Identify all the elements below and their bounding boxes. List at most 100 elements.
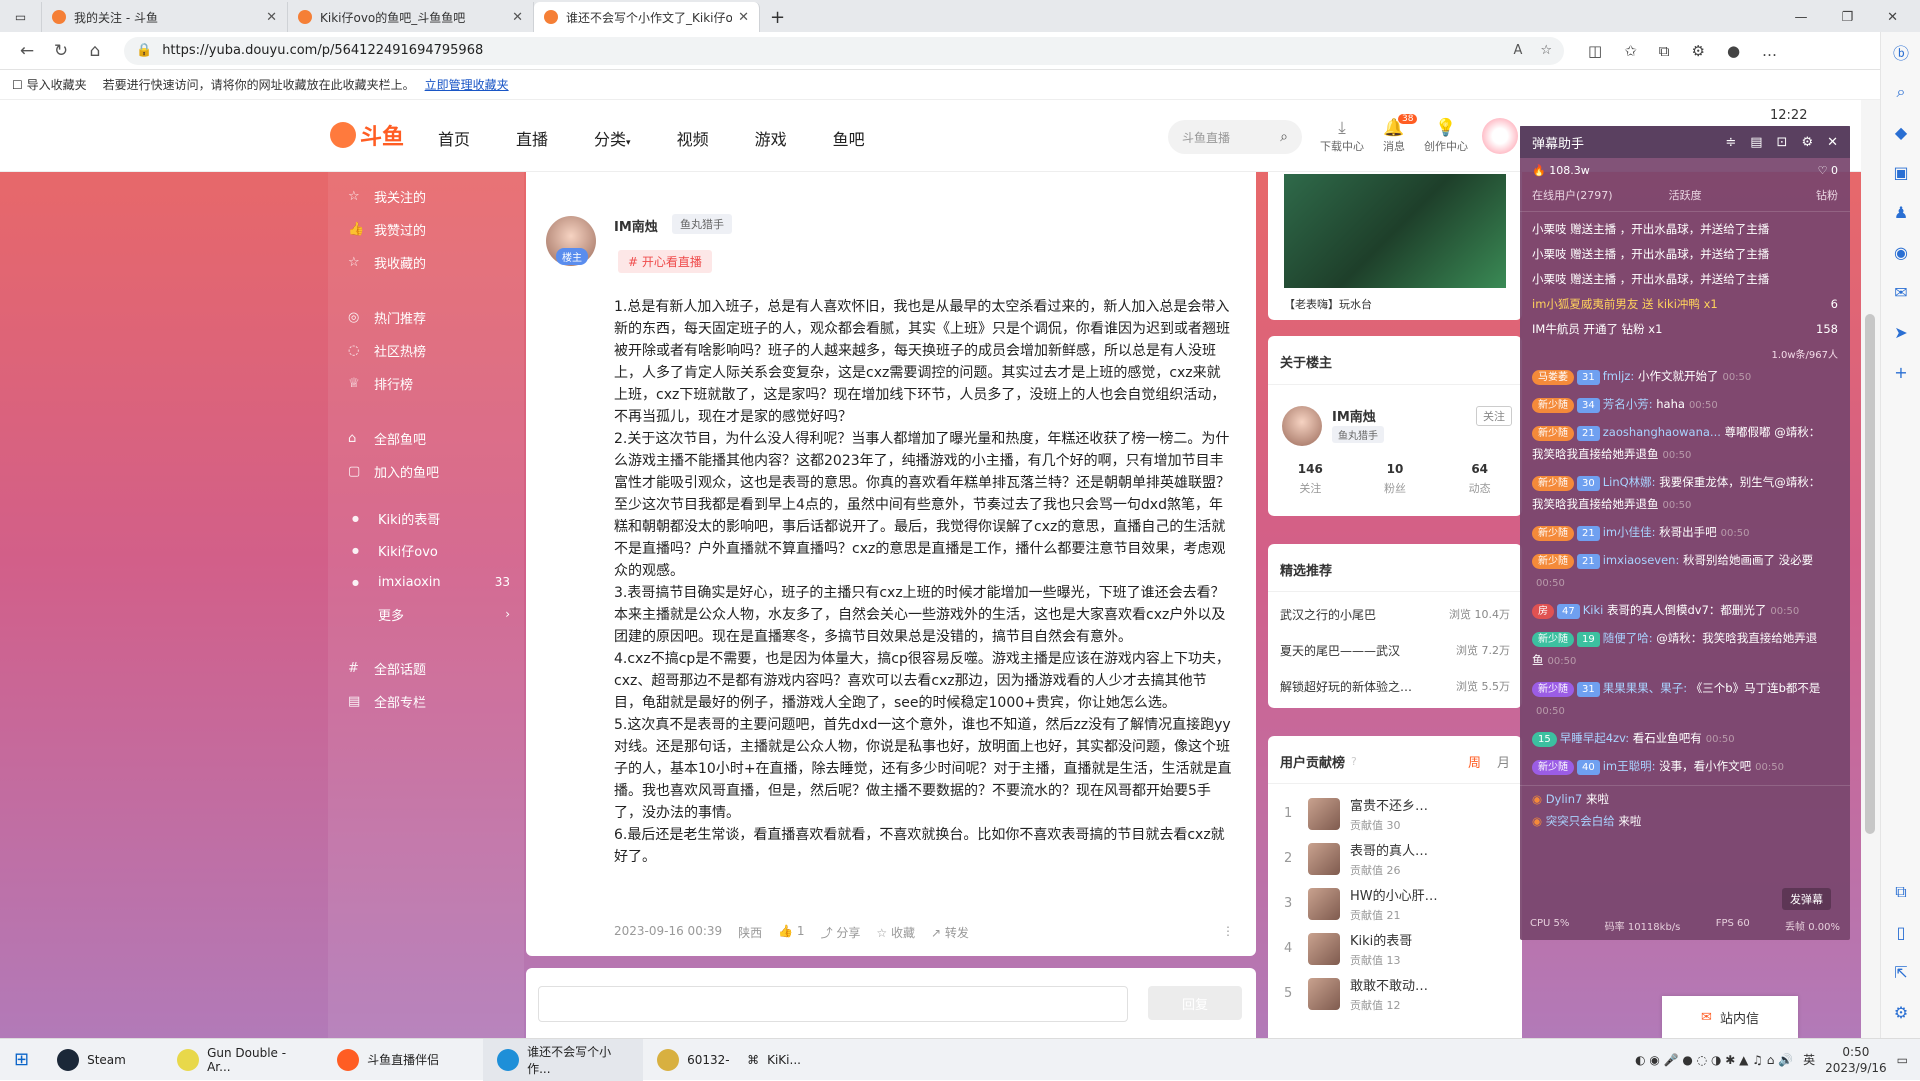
read-aloud-icon[interactable]: A <box>1513 43 1522 58</box>
taskbar-app[interactable]: ⌘ KiKi... <box>733 1039 813 1081</box>
download-center-button[interactable]: ⤓ 下载中心 <box>1320 118 1364 154</box>
more-options-icon[interactable]: ⋮ <box>1222 924 1234 941</box>
taskbar-app[interactable]: Steam <box>43 1039 163 1081</box>
video-caption[interactable]: 【老表嗨】玩水台 <box>1284 296 1372 312</box>
restore-icon[interactable]: ❐ <box>1841 10 1853 25</box>
danmaku-message[interactable]: 新少随 31 果果果果、果子: 《三个b》马丁连b都不是 00:50 <box>1520 677 1840 723</box>
browser-tab[interactable]: Kiki仔ovo的鱼吧_斗鱼鱼吧 ✕ <box>288 2 534 32</box>
danmaku-message[interactable]: 房 47 Kiki 表哥的真人倒模dv7：都删光了 00:50 <box>1520 599 1840 623</box>
nav-yuba[interactable]: 鱼吧 <box>833 126 865 150</box>
danmaku-message[interactable]: 新少随 19 随便了哈: @靖秋：我笑晗我直接给她弄退鱼 00:50 <box>1520 627 1840 673</box>
back-icon[interactable]: ← <box>10 41 44 61</box>
profile-avatar[interactable]: ● <box>1727 42 1740 60</box>
menu-item-following[interactable]: ☆ 我关注的 <box>328 180 524 213</box>
outlook-icon[interactable]: ✉ <box>1881 272 1920 312</box>
menu-item-community-hot[interactable]: ◌ 社区热榜 <box>328 334 524 367</box>
browser-tab-active[interactable]: 谁还不会写个小作文了_Kiki仔ovo ✕ <box>534 2 760 32</box>
nav-home[interactable]: 首页 <box>438 126 470 150</box>
nav-category[interactable]: 分类▾ <box>594 126 631 150</box>
tab-activity[interactable]: 活跃度 <box>1669 187 1702 203</box>
search-input[interactable]: 斗鱼直播 ⌕ <box>1168 120 1302 154</box>
menu-item-collected[interactable]: ☆ 我收藏的 <box>328 246 524 279</box>
settings-icon[interactable]: ⚙ <box>1881 992 1920 1032</box>
follow-button[interactable]: 关注 <box>1476 406 1512 426</box>
search-icon[interactable]: ⌕ <box>1280 129 1288 145</box>
favorite-star-icon[interactable]: ☆ <box>1540 43 1552 58</box>
forward-button[interactable]: ↗ 转发 <box>931 924 969 941</box>
menu-item-all-columns[interactable]: ▤ 全部专栏 <box>328 685 524 718</box>
tab-diamond-fans[interactable]: 钻粉 <box>1816 187 1838 203</box>
message-button[interactable]: 🔔 消息 38 <box>1372 114 1418 154</box>
stat-posts[interactable]: 64 动态 <box>1437 462 1522 496</box>
games-icon[interactable]: ♟ <box>1881 192 1920 232</box>
system-clock[interactable]: 0:50 2023/9/16 <box>1825 1044 1887 1076</box>
nav-video[interactable]: 视频 <box>677 126 709 150</box>
featured-item[interactable]: 武汉之行的小尾巴 浏览 10.4万 <box>1268 596 1522 632</box>
taskbar-app[interactable]: Gun Double - Ar... <box>163 1039 323 1081</box>
new-tab-button[interactable]: + <box>760 2 795 32</box>
stat-fans[interactable]: 10 粉丝 <box>1353 462 1438 496</box>
tab-week[interactable]: 周 <box>1468 752 1481 771</box>
collect-button[interactable]: ☆ 收藏 <box>876 924 915 941</box>
creator-center-button[interactable]: 💡 创作中心 <box>1424 118 1468 154</box>
like-button[interactable]: 👍 1 <box>778 924 804 941</box>
share-button[interactable]: ⤴ 分享 <box>821 924 861 941</box>
menu-item-liked[interactable]: 👍 我赞过的 <box>328 213 524 246</box>
settings-icon[interactable]: ⚙ <box>1801 135 1813 150</box>
danmaku-message[interactable]: 新少随 30 LinQ林娜: 我要保重龙体，别生气@靖秋：我笑晗我直接给她弄退鱼 00… <box>1520 471 1840 517</box>
yuba-item[interactable]: ● Kiki的表哥 <box>328 502 524 534</box>
split-view-icon[interactable]: ◫ <box>1588 42 1602 60</box>
start-button[interactable]: ⊞ <box>0 1039 43 1081</box>
danmaku-message[interactable]: 马娄萎 31 fmljz: 小作文就开始了 00:50 <box>1520 365 1850 389</box>
close-icon[interactable]: ✕ <box>1827 135 1838 150</box>
author-name[interactable]: IM南烛 <box>1332 406 1376 425</box>
user-avatar[interactable] <box>1482 118 1518 154</box>
more-menu-icon[interactable]: … <box>1762 42 1777 60</box>
video-thumbnail[interactable] <box>1284 174 1506 288</box>
sidebar-toggle-icon[interactable]: ▯ <box>1881 912 1920 952</box>
author-avatar[interactable] <box>1282 406 1322 446</box>
refresh-icon[interactable]: ↻ <box>44 41 78 61</box>
author-name[interactable]: IM南烛 <box>614 216 658 235</box>
help-icon[interactable]: ? <box>1351 755 1357 768</box>
danmaku-message[interactable]: 15 早睡早起4zv: 看石业鱼吧有 00:50 <box>1520 727 1850 751</box>
menu-item-all-topics[interactable]: # 全部话题 <box>328 652 524 685</box>
danmaku-message[interactable]: 新少随 34 芳名小芳: haha 00:50 <box>1520 393 1850 417</box>
notification-icon[interactable]: ▭ <box>1897 1053 1908 1067</box>
favorites-icon[interactable]: ✩ <box>1624 42 1637 60</box>
bing-copilot-icon[interactable]: ⓑ <box>1881 32 1920 72</box>
manage-favorites-link[interactable]: 立即管理收藏夹 <box>425 76 509 93</box>
scrollbar-thumb[interactable] <box>1865 314 1875 834</box>
danmaku-message[interactable]: 新少随 21 im小佳佳: 秋哥出手吧 00:50 <box>1520 521 1850 545</box>
contrib-row[interactable]: 5 敢敢不敢动… 贡献值 12 <box>1268 971 1522 1016</box>
reply-button[interactable]: 回复 <box>1148 986 1242 1020</box>
featured-item[interactable]: 夏天的尾巴———武汉 浏览 7.2万 <box>1268 632 1522 668</box>
tray-icons[interactable]: ◐ ◉ 🎤 ● ◌ ◑ ✱ ▲ ♫ ⌂ 🔊 <box>1635 1053 1793 1067</box>
taskbar-app-active[interactable]: 谁还不会写个小作... <box>483 1038 644 1081</box>
url-field[interactable]: 🔒 https://yuba.douyu.com/p/5641224916947… <box>124 36 1564 65</box>
home-icon[interactable]: ⌂ <box>78 41 112 61</box>
video-card[interactable]: 【老表嗨】玩水台 <box>1268 172 1522 320</box>
stat-following[interactable]: 146 关注 <box>1268 462 1353 496</box>
send-danmaku-button[interactable]: 发弹幕 <box>1782 888 1831 910</box>
nav-live[interactable]: 直播 <box>516 126 548 150</box>
send-icon[interactable]: ➤ <box>1881 312 1920 352</box>
douyu-logo[interactable]: 斗鱼 <box>330 120 410 150</box>
minimize-icon[interactable]: — <box>1794 10 1807 25</box>
tab-month[interactable]: 月 <box>1497 752 1510 771</box>
external-icon[interactable]: ⇱ <box>1881 952 1920 992</box>
yuba-item[interactable]: ● imxiaoxin 33 <box>328 566 524 598</box>
menu-item-hot[interactable]: ◎ 热门推荐 <box>328 301 524 334</box>
topic-tag[interactable]: # 开心看直播 <box>618 250 712 273</box>
tab-online-users[interactable]: 在线用户(2797) <box>1532 187 1613 203</box>
add-icon[interactable]: + <box>1881 352 1920 392</box>
screenshot-icon[interactable]: ⧉ <box>1881 872 1920 912</box>
close-icon[interactable]: ✕ <box>512 10 523 25</box>
doc-icon[interactable]: ▤ <box>1750 135 1762 150</box>
collections-icon[interactable]: ⧉ <box>1659 42 1670 60</box>
page-scrollbar[interactable] <box>1861 100 1880 1038</box>
lock-icon[interactable]: ⊡ <box>1777 135 1788 150</box>
office-icon[interactable]: ◉ <box>1881 232 1920 272</box>
featured-item[interactable]: 解锁超好玩的新体验之… 浏览 5.5万 <box>1268 668 1522 704</box>
search-icon[interactable]: ⌕ <box>1881 72 1920 112</box>
